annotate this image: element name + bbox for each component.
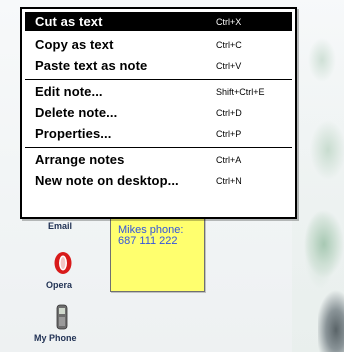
desktop-icon-label: Email [48,221,73,231]
note-line: 687 111 222 [118,235,178,247]
note-text: Mikes phone: 687 111 222 [118,225,202,247]
menu-item-copy-as-text[interactable]: Copy as text Ctrl+C [25,35,292,54]
menu-item-arrange-notes[interactable]: Arrange notes Ctrl+A [25,150,292,169]
menu-item-label: Properties... [35,126,112,141]
menu-item-shortcut: Ctrl+N [216,175,242,186]
menu-item-shortcut: Shift+Ctrl+E [216,86,265,97]
background-shadow [318,290,344,352]
sticky-note[interactable]: Mikes phone: 687 111 222 [110,214,205,292]
menu-separator [25,79,292,80]
menu-item-new-note-on-desktop[interactable]: New note on desktop... Ctrl+N [25,171,292,190]
menu-item-cut-as-text[interactable]: Cut as text Ctrl+X [25,12,292,31]
background-leaf [300,208,344,282]
menu-item-label: Delete note... [35,105,118,120]
menu-item-label: New note on desktop... [35,173,179,188]
menu-item-shortcut: Ctrl+P [216,128,242,139]
menu-item-label: Copy as text [35,37,114,52]
menu-item-delete-note[interactable]: Delete note... Ctrl+D [25,103,292,122]
desktop-icon-label: Opera [46,280,73,290]
menu-item-shortcut: Ctrl+C [216,39,242,50]
menu-item-label: Arrange notes [35,152,125,167]
menu-item-label: Paste text as note [35,58,148,73]
desktop-icon-label: My Phone [34,333,77,343]
menu-item-label: Cut as text [35,14,103,29]
menu-item-properties[interactable]: Properties... Ctrl+P [25,124,292,143]
context-menu: Cut as text Ctrl+X Copy as text Ctrl+C P… [20,7,297,219]
phone-icon [56,304,68,330]
menu-item-paste-text-as-note[interactable]: Paste text as note Ctrl+V [25,56,292,75]
menu-separator [25,147,292,148]
menu-item-shortcut: Ctrl+D [216,107,242,118]
menu-item-shortcut: Ctrl+V [216,60,242,71]
menu-item-shortcut: Ctrl+X [216,16,242,27]
menu-item-edit-note[interactable]: Edit note... Shift+Ctrl+E [25,82,292,101]
desktop: Email Opera My Phone Mikes phone: 687 11… [0,0,344,352]
menu-item-label: Edit note... [35,84,103,99]
opera-icon [54,252,72,274]
menu-item-shortcut: Ctrl+A [216,154,242,165]
